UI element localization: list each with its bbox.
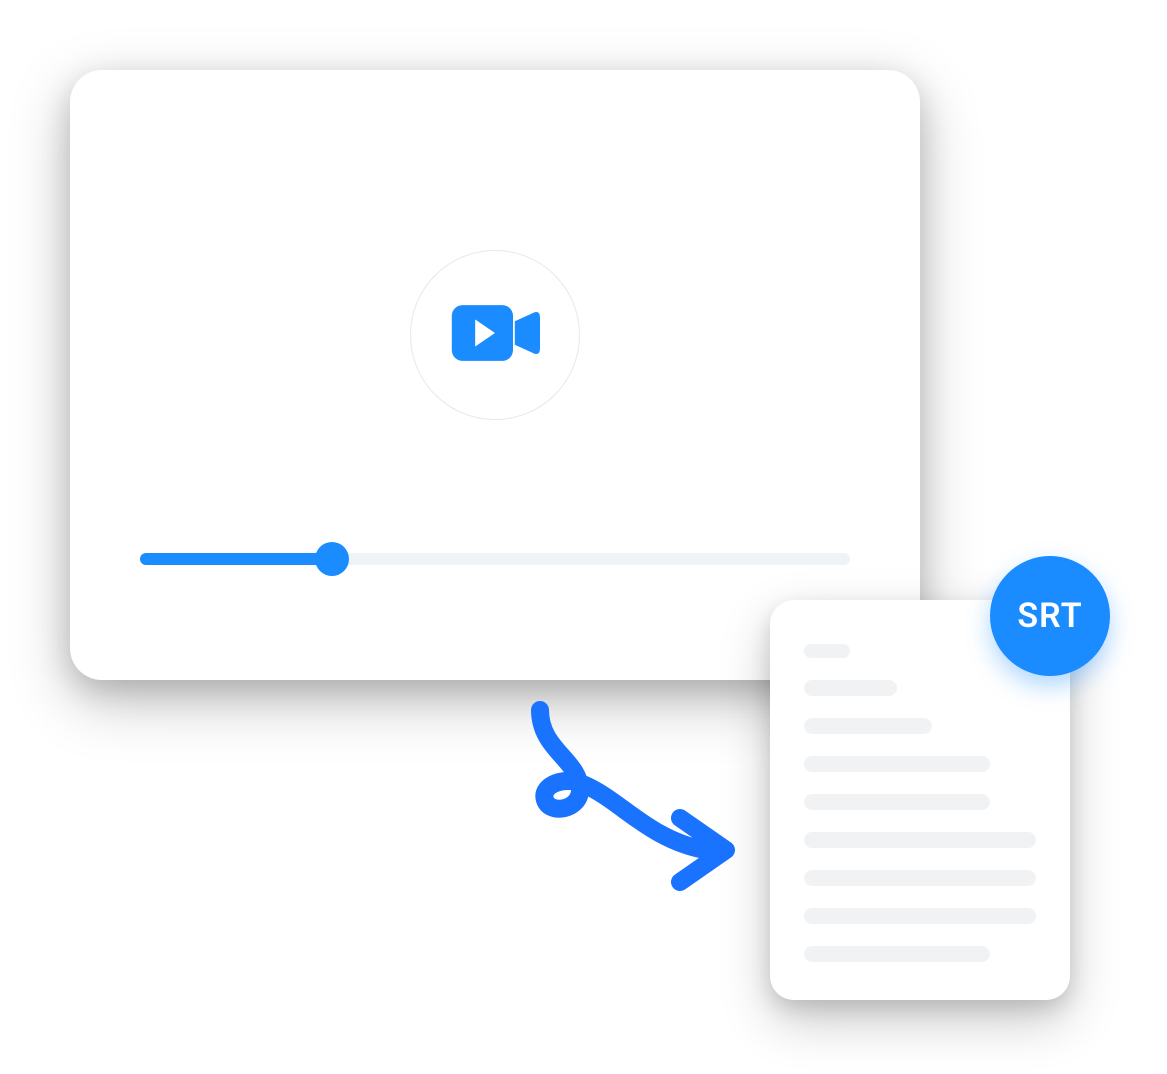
- doc-line: [804, 832, 1036, 848]
- doc-line: [804, 870, 1036, 886]
- conversion-arrow-icon: [480, 700, 740, 900]
- video-camera-icon: [450, 301, 540, 369]
- video-player-card: [70, 70, 920, 680]
- subtitle-document: SRT: [770, 600, 1070, 1000]
- doc-line: [804, 718, 932, 734]
- doc-line: [804, 756, 990, 772]
- doc-line: [804, 908, 1036, 924]
- progress-fill: [140, 553, 332, 565]
- doc-line: [804, 946, 990, 962]
- srt-badge: SRT: [990, 556, 1110, 676]
- doc-line: [804, 680, 897, 696]
- doc-line: [804, 644, 850, 658]
- progress-handle[interactable]: [315, 542, 349, 576]
- progress-bar[interactable]: [140, 553, 850, 565]
- doc-line: [804, 794, 990, 810]
- srt-badge-label: SRT: [1017, 596, 1082, 636]
- play-button[interactable]: [410, 250, 580, 420]
